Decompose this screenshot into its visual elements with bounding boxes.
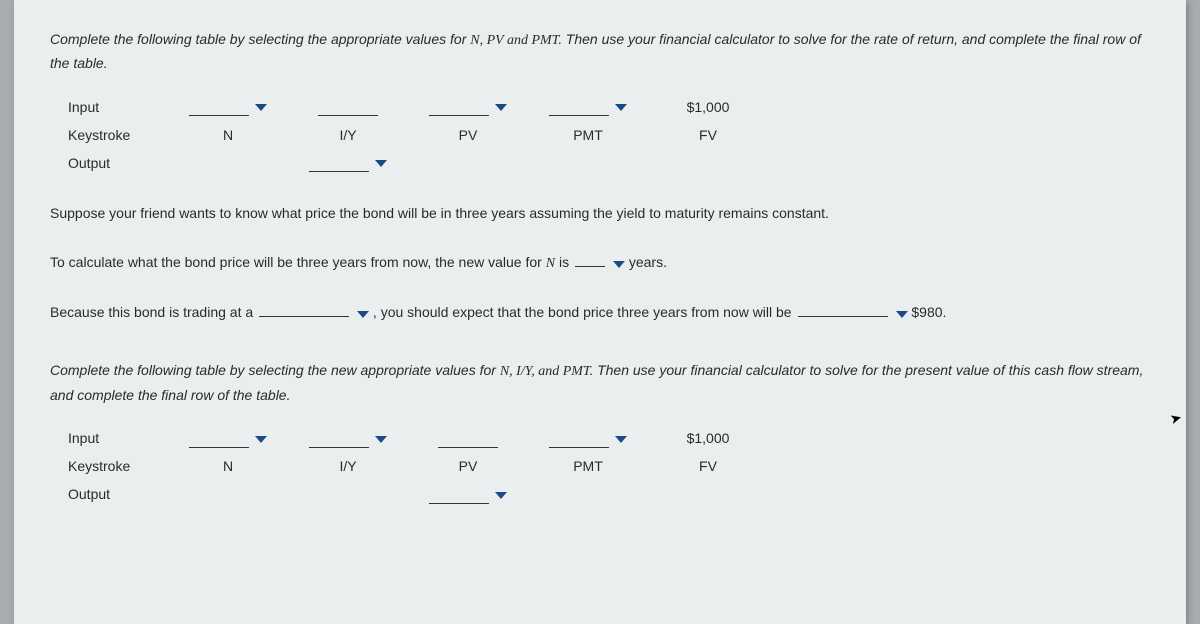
row-label-output: Output [68,155,168,171]
chevron-down-icon[interactable] [495,104,507,111]
p2-var: N [546,256,555,271]
trading-at-blank[interactable] [259,300,349,317]
input2-pv-blank [438,429,498,448]
keystroke-iy: I/Y [288,127,408,143]
output-iy-cell [288,153,408,172]
input2-iy-cell [288,429,408,448]
input2-fv-cell: $1,000 [648,429,768,448]
worksheet-page: Complete the following table by selectin… [14,0,1186,624]
input2-fv-value: $1,000 [687,430,730,446]
output2-pv-blank[interactable] [429,485,489,504]
keystroke-fv: FV [648,458,768,474]
row-label-keystroke: Keystroke [68,458,168,474]
keystroke-pmt: PMT [528,458,648,474]
keystroke-iy: I/Y [288,458,408,474]
table-row-input: Input $1,000 [68,424,1150,452]
chevron-down-icon[interactable] [255,436,267,443]
keystroke-pmt: PMT [528,127,648,143]
chevron-down-icon[interactable] [357,311,369,318]
chevron-down-icon[interactable] [495,492,507,499]
chevron-down-icon[interactable] [615,104,627,111]
p3-c: $980. [911,304,946,320]
keystroke-n: N [168,127,288,143]
row-label-input: Input [68,430,168,446]
instr2-vars: N, I/Y, and PMT. [500,364,593,379]
instruction-2: Complete the following table by selectin… [50,359,1150,406]
row-label-input: Input [68,99,168,115]
input-pmt-blank[interactable] [549,97,609,116]
input2-pv-cell [408,429,528,448]
keystroke-pv: PV [408,127,528,143]
output-iy-blank[interactable] [309,153,369,172]
chevron-down-icon[interactable] [375,160,387,167]
p3-b: , you should expect that the bond price … [373,304,796,320]
price-compare-blank[interactable] [798,300,888,317]
chevron-down-icon[interactable] [255,104,267,111]
keystroke-fv: FV [648,127,768,143]
input2-pmt-cell [528,429,648,448]
chevron-down-icon[interactable] [615,436,627,443]
input2-pmt-blank[interactable] [549,429,609,448]
instruction-1: Complete the following table by selectin… [50,28,1150,75]
input-iy-cell [288,97,408,116]
calc-table-1: Input $1,000 Keystroke [68,93,1150,177]
n-years-blank[interactable] [575,250,605,267]
chevron-down-icon[interactable] [896,311,908,318]
instr2-text-a: Complete the following table by selectin… [50,362,500,378]
output2-pv-cell [408,485,528,504]
input-pmt-cell [528,97,648,116]
chevron-down-icon[interactable] [375,436,387,443]
p3-a: Because this bond is trading at a [50,304,257,320]
table-row-output: Output [68,149,1150,177]
p2-a: To calculate what the bond price will be… [50,254,546,270]
table-row-keystroke: Keystroke N I/Y PV PMT FV [68,452,1150,480]
p2-b: is [555,254,573,270]
row-label-output: Output [68,486,168,502]
table-row-output: Output [68,480,1150,508]
keystroke-pv: PV [408,458,528,474]
input-n-cell [168,97,288,116]
table-row-input: Input $1,000 [68,93,1150,121]
paragraph-trading: Because this bond is trading at a , you … [50,300,1150,325]
input2-n-cell [168,429,288,448]
table-row-keystroke: Keystroke N I/Y PV PMT FV [68,121,1150,149]
input-n-blank[interactable] [189,97,249,116]
paragraph-friend: Suppose your friend wants to know what p… [50,201,1150,226]
row-label-keystroke: Keystroke [68,127,168,143]
input-pv-cell [408,97,528,116]
input-pv-blank[interactable] [429,97,489,116]
paragraph-new-n: To calculate what the bond price will be… [50,250,1150,276]
input2-iy-blank[interactable] [309,429,369,448]
instr1-vars: N, PV and PMT. [470,33,562,48]
input-fv-value: $1,000 [687,99,730,115]
input2-n-blank[interactable] [189,429,249,448]
keystroke-n: N [168,458,288,474]
chevron-down-icon[interactable] [613,261,625,268]
input-fv-cell: $1,000 [648,97,768,116]
p2-c: years. [629,254,667,270]
calc-table-2: Input $1,000 Keystroke [68,424,1150,508]
instr1-text-a: Complete the following table by selectin… [50,31,470,47]
input-iy-blank [318,97,378,116]
